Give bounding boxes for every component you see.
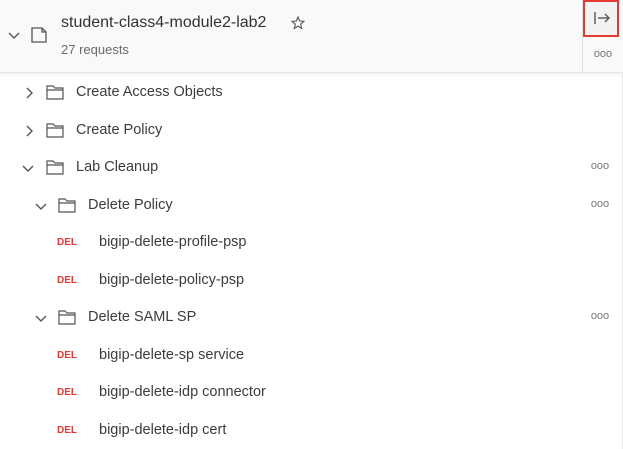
collection-icon xyxy=(31,27,47,43)
chevron-right-icon[interactable] xyxy=(22,124,36,138)
folder-label: Delete SAML SP xyxy=(88,309,197,325)
folder-more-button[interactable]: ooo xyxy=(590,310,610,322)
folder-icon xyxy=(46,123,64,138)
request-item[interactable]: DEL bigip-delete-idp cert xyxy=(0,412,623,449)
folder-label: Lab Cleanup xyxy=(76,159,159,175)
chevron-down-icon[interactable] xyxy=(34,199,48,213)
collection-header[interactable]: student-class4-module2-lab2 27 requests … xyxy=(0,0,623,73)
request-label: bigip-delete-idp connector xyxy=(99,384,266,400)
arrow-right-to-bar-icon xyxy=(594,12,610,24)
folder-label: Create Policy xyxy=(76,122,163,138)
chevron-down-icon[interactable] xyxy=(21,161,35,175)
method-badge: DEL xyxy=(57,350,77,361)
chevron-down-icon[interactable] xyxy=(7,28,21,42)
request-label: bigip-delete-idp cert xyxy=(99,422,227,438)
folder-lab-cleanup[interactable]: Lab Cleanup ooo xyxy=(0,149,623,186)
request-item[interactable]: DEL bigip-delete-sp service xyxy=(0,337,623,374)
folder-create-access-objects[interactable]: Create Access Objects xyxy=(0,74,623,111)
folder-more-button[interactable]: ooo xyxy=(590,198,610,210)
folder-label: Create Access Objects xyxy=(76,84,223,100)
method-badge: DEL xyxy=(57,237,77,248)
folder-delete-policy[interactable]: Delete Policy ooo xyxy=(0,187,623,224)
folder-icon xyxy=(58,310,76,325)
method-badge: DEL xyxy=(57,275,77,286)
folder-more-button[interactable]: ooo xyxy=(590,160,610,172)
chevron-right-icon[interactable] xyxy=(22,86,36,100)
folder-icon xyxy=(46,160,64,175)
request-label: bigip-delete-profile-psp xyxy=(99,234,247,250)
collection-title[interactable]: student-class4-module2-lab2 xyxy=(61,14,266,32)
collection-more-button[interactable]: ooo xyxy=(593,48,613,60)
folder-create-policy[interactable]: Create Policy xyxy=(0,112,623,149)
folder-icon xyxy=(46,85,64,100)
folder-label: Delete Policy xyxy=(88,197,173,213)
request-item[interactable]: DEL bigip-delete-policy-psp xyxy=(0,262,623,299)
method-badge: DEL xyxy=(57,387,77,398)
folder-delete-saml-sp[interactable]: Delete SAML SP ooo xyxy=(0,299,623,336)
method-badge: DEL xyxy=(57,425,77,436)
folder-icon xyxy=(58,198,76,213)
request-item[interactable]: DEL bigip-delete-idp connector xyxy=(0,374,623,411)
request-label: bigip-delete-policy-psp xyxy=(99,272,245,288)
request-item[interactable]: DEL bigip-delete-profile-psp xyxy=(0,224,623,261)
expand-button[interactable] xyxy=(583,0,619,37)
star-icon[interactable] xyxy=(291,16,305,30)
chevron-down-icon[interactable] xyxy=(34,311,48,325)
request-count: 27 requests xyxy=(61,42,129,57)
request-label: bigip-delete-sp service xyxy=(99,347,245,363)
